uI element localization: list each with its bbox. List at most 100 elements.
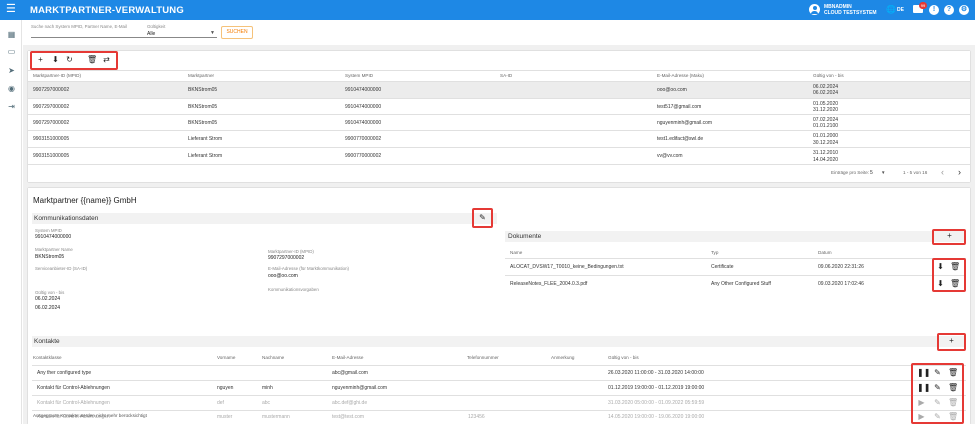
help-icon[interactable]: ? xyxy=(944,5,954,15)
system-mpid-value: 9910474000000 xyxy=(35,234,72,240)
table-row[interactable]: 9903151000005 Lieferant Strom 9900770000… xyxy=(28,148,970,164)
contacts-footnote: Ausgegraute Kontakte werden nicht mehr b… xyxy=(33,413,147,418)
cell-mpid: 9907297000002 xyxy=(33,87,70,93)
komm-title: Kommunikationsdaten xyxy=(34,215,99,222)
cell-system: 9910474000000 xyxy=(345,120,382,126)
download-icon[interactable]: ⬇ xyxy=(51,56,60,65)
mpid-value: 9907297000002 xyxy=(268,255,305,261)
delete-icon[interactable]: 🗑 xyxy=(950,280,960,289)
contact-nachname: minh xyxy=(262,385,273,391)
app-title: MARKTPARTNER-VERWALTUNG xyxy=(30,5,184,16)
document-row[interactable]: ReleaseNotes_FLEE_2004.0.3.pdf Any Other… xyxy=(505,276,966,292)
contact-email: abc.def@ghi.de xyxy=(332,400,368,406)
edit-icon[interactable]: ✎ xyxy=(478,214,487,223)
delete-icon[interactable]: 🗑 xyxy=(87,56,97,65)
edit-icon[interactable]: ✎ xyxy=(933,369,942,378)
play-icon[interactable]: ▶ xyxy=(917,399,926,408)
cell-valid-to: 01.01.2100 xyxy=(813,123,839,129)
add-document-icon[interactable]: + xyxy=(945,232,954,241)
edit-icon[interactable]: ✎ xyxy=(933,399,942,408)
contact-col-anm: Anmerkung xyxy=(551,355,575,360)
main-content: Suche nach System MPID, Partner Name, E-… xyxy=(23,20,975,424)
cell-partner: BKNStrom05 xyxy=(188,120,218,126)
download-icon[interactable]: ⬇ xyxy=(936,263,945,272)
doc-typ: Any Other Configured Stuff xyxy=(711,281,771,287)
cell-valid-from: 31.12.2010 xyxy=(813,150,839,156)
col-email: E-Mail-Adresse (Maku) xyxy=(657,73,704,78)
contact-col-email: E-Mail-Adresse xyxy=(332,355,364,360)
chevron-down-icon[interactable]: ▼ xyxy=(881,170,885,175)
cell-email: test1.edifact@swl.de xyxy=(657,136,704,142)
contact-row[interactable]: Kontakt für Control-Ablehnungen nguyen m… xyxy=(32,381,966,395)
docs-title: Dokumente xyxy=(508,233,542,240)
globe-icon[interactable]: 🌐 xyxy=(886,5,896,14)
doc-datum: 09.03.2020 17:02:46 xyxy=(818,281,864,287)
language-selector[interactable]: DE xyxy=(897,7,904,13)
delete-icon[interactable]: 🗑 xyxy=(948,369,958,378)
contact-email: test@test.com xyxy=(332,414,365,420)
contact-klasse: Kontakt für Control-Ablehnungen xyxy=(37,385,110,391)
logout-icon[interactable]: ⇥ xyxy=(6,102,17,112)
contact-nachname: mustermann xyxy=(262,414,290,420)
kontakte-title: Kontakte xyxy=(34,338,60,345)
add-contact-icon[interactable]: + xyxy=(947,337,956,346)
per-page-label: Einträge pro Seite: xyxy=(831,170,870,175)
prev-page-icon[interactable]: ‹ xyxy=(941,167,944,177)
detail-title: Marktpartner {{name}} GmbH xyxy=(33,196,137,205)
table-row[interactable]: 9907297000002 BKNStrom05 9910474000000 n… xyxy=(28,115,970,130)
edit-icon[interactable]: ✎ xyxy=(933,413,942,422)
play-icon[interactable]: ▶ xyxy=(917,413,926,422)
cell-valid-to: 06.02.2024 xyxy=(813,90,839,96)
cell-mpid: 9903151000005 xyxy=(33,136,70,142)
document-row[interactable]: ALOCAT_DVSW17_T0010_keine_Bedingungen.tx… xyxy=(505,259,966,275)
cell-partner: BKNStrom05 xyxy=(188,104,218,110)
delete-icon[interactable]: 🗑 xyxy=(948,399,958,408)
app-header: ☰ MARKTPARTNER-VERWALTUNG MBNADMIN CLOUD… xyxy=(0,0,975,20)
doc-col-name: Name xyxy=(510,250,523,255)
menu-icon[interactable]: ☰ xyxy=(6,4,16,15)
cell-email: test517@gmail.com xyxy=(657,104,702,110)
contact-email: nguyenminh@gmail.com xyxy=(332,385,388,391)
user-avatar-icon[interactable] xyxy=(809,4,820,15)
add-icon[interactable]: + xyxy=(36,56,45,65)
contact-valid: 26.03.2020 11:00:00 - 31.03.2020 14:00:0… xyxy=(608,370,704,376)
pause-icon[interactable]: ❚❚ xyxy=(917,369,930,378)
edit-icon[interactable]: ✎ xyxy=(933,384,942,393)
account-icon[interactable]: ◉ xyxy=(6,84,17,94)
info-icon[interactable]: ! xyxy=(929,5,939,15)
settings-icon[interactable]: ⚙ xyxy=(959,5,969,15)
download-icon[interactable]: ⬇ xyxy=(936,280,945,289)
contact-row-inactive[interactable]: Kontakt für Control-Ablehnungen def abc … xyxy=(32,396,966,410)
contact-col-tel: Telefonnummer xyxy=(467,355,499,360)
contact-row-inactive[interactable]: Kontakt für Control-Ablehnungen muster m… xyxy=(32,411,966,424)
table-row[interactable]: 9907297000002 BKNStrom05 9910474000000 o… xyxy=(28,82,970,98)
contact-row[interactable]: Any ther configured type abc@gmail.com 2… xyxy=(32,366,966,380)
search-button[interactable]: SUCHEN xyxy=(221,26,253,39)
delete-icon[interactable]: 🗑 xyxy=(950,263,960,272)
said-label: Serviceanbieter-ID (SA-ID) xyxy=(35,266,88,271)
delete-icon[interactable]: 🗑 xyxy=(948,384,958,393)
per-page-select[interactable]: 5 xyxy=(870,170,873,176)
divider xyxy=(28,70,970,71)
contact-nachname: abc xyxy=(262,400,271,406)
contact-col-klasse: Kontaktklasse xyxy=(33,355,62,360)
contact-klasse: Kontakt für Control-Ablehnungen xyxy=(37,400,110,406)
swap-icon[interactable]: ⇄ xyxy=(102,56,111,65)
contact-tel: 123456 xyxy=(468,414,485,420)
search-input[interactable] xyxy=(31,37,161,38)
pause-icon[interactable]: ❚❚ xyxy=(917,384,930,393)
send-icon[interactable]: ➤ xyxy=(6,66,17,76)
komm-header: Kommunikationsdaten xyxy=(32,213,497,224)
system-mpid-label: System MPID xyxy=(35,228,62,233)
col-partner: Marktpartner xyxy=(188,73,215,78)
refresh-icon[interactable]: ↻ xyxy=(65,56,74,65)
chevron-down-icon[interactable]: ▼ xyxy=(210,30,215,36)
docs-header: Dokumente xyxy=(505,231,966,242)
table-row[interactable]: 9903151000005 Lieferant Strom 9900770000… xyxy=(28,131,970,147)
delete-icon[interactable]: 🗑 xyxy=(948,413,958,422)
table-row[interactable]: 9907297000002 BKNStrom05 9910474000000 t… xyxy=(28,99,970,114)
monitor-icon[interactable]: ▭ xyxy=(6,47,17,57)
sidebar: ▦ ▭ ➤ ◉ ⇥ xyxy=(0,20,22,424)
dashboard-icon[interactable]: ▦ xyxy=(6,30,17,40)
next-page-icon[interactable]: › xyxy=(958,167,961,177)
